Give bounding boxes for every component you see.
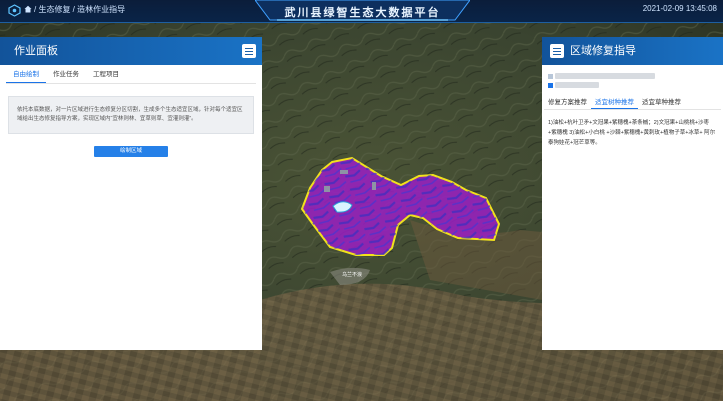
region-guide-title: 区域修复指导 xyxy=(570,45,636,57)
tab-projects[interactable]: 工程项目 xyxy=(86,69,126,83)
region-guide-header: 区域修复指导 xyxy=(542,37,723,65)
region-icon xyxy=(548,73,553,79)
region-icon-2 xyxy=(548,82,553,88)
top-bar: / 生态修复 / 造林作业指导 武川县绿智生态大数据平台 2021-02-09 … xyxy=(0,0,723,23)
work-panel-tabs: 自由绘制 作业任务 工程项目 xyxy=(6,69,256,84)
home-icon[interactable] xyxy=(24,5,32,13)
region-detail-redacted xyxy=(554,82,599,89)
tab-free-draw[interactable]: 自由绘制 xyxy=(6,69,46,83)
page-title: 武川县绿智生态大数据平台 xyxy=(284,7,441,19)
region-guide-menu-icon[interactable] xyxy=(550,44,564,58)
title-banner: 武川县绿智生态大数据平台 xyxy=(255,0,470,22)
datetime-display: 2021-02-09 13:45:08 xyxy=(642,4,717,13)
region-summary xyxy=(548,73,717,91)
logo-icon xyxy=(8,4,21,17)
map-place-label: 乌兰不浪 xyxy=(342,271,362,278)
breadcrumb[interactable]: / 生态修复 / 造林作业指导 xyxy=(34,4,125,15)
draw-region-button[interactable]: 绘制区域 xyxy=(94,146,168,157)
region-guide-panel: 区域修复指导 修复方案推荐 适宜树种推荐 适宜草种推荐 1)油松+杭叶卫矛+文冠… xyxy=(542,37,723,350)
work-panel-header: 作业面板 xyxy=(0,37,262,65)
work-panel-title: 作业面板 xyxy=(14,45,58,57)
work-panel: 作业面板 自由绘制 作业任务 工程项目 依托本底数据，对一片区域进行生态修复分区… xyxy=(0,37,262,350)
tab-suitable-trees[interactable]: 适宜树种推荐 xyxy=(591,97,638,109)
info-description: 依托本底数据，对一片区域进行生态修复分区切割，生成多个生态适宜区域，针对每个适宜… xyxy=(8,96,254,134)
region-guide-tabs: 修复方案推荐 适宜树种推荐 适宜草种推荐 xyxy=(544,97,721,110)
tab-work-tasks[interactable]: 作业任务 xyxy=(46,69,86,83)
work-panel-menu-icon[interactable] xyxy=(242,44,256,58)
tab-restoration-plan[interactable]: 修复方案推荐 xyxy=(544,97,591,109)
tab-suitable-grasses[interactable]: 适宜草种推荐 xyxy=(638,97,685,109)
species-recommendation-text: 1)油松+杭叶卫矛+文冠果+紫穗槐+茶条槭；2)文冠果+山桃桃+沙枣+紫穗槐 3… xyxy=(548,120,716,146)
region-name-redacted xyxy=(554,73,655,80)
